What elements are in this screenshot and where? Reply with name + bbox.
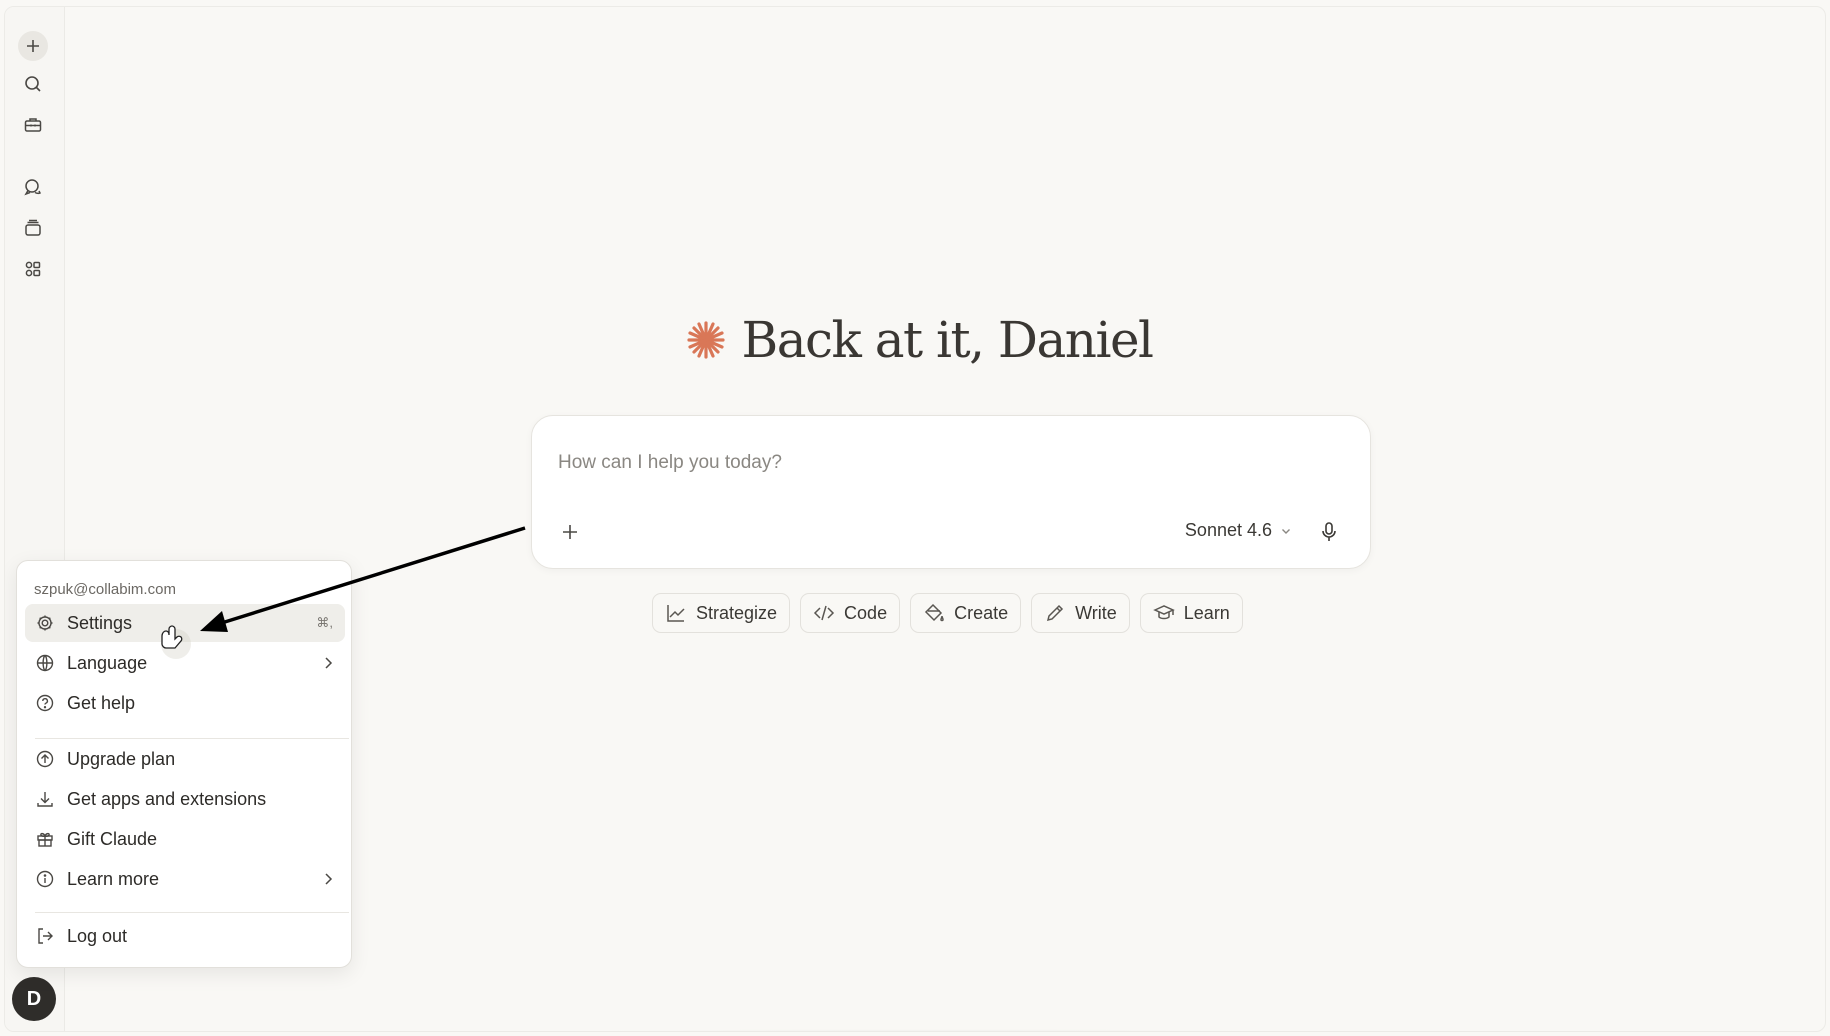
code-icon xyxy=(813,605,835,621)
menu-item-upgrade-plan[interactable]: Upgrade plan xyxy=(25,740,345,778)
greeting-title: Back at it, Daniel xyxy=(741,311,1154,369)
chip-label: Learn xyxy=(1183,602,1230,623)
avatar-initial: D xyxy=(26,987,42,1010)
pencil-icon xyxy=(1047,604,1064,622)
projects-icon xyxy=(25,219,41,236)
menu-item-label: Language xyxy=(67,652,148,673)
attach-button[interactable] xyxy=(554,516,586,548)
chip-label: Write xyxy=(1075,602,1117,623)
graduation-cap-icon xyxy=(1152,605,1175,620)
chart-line-icon xyxy=(667,605,685,622)
chevron-down-icon xyxy=(1282,528,1290,534)
voice-input-button[interactable] xyxy=(1314,516,1344,548)
search-button[interactable] xyxy=(18,69,48,99)
search-icon xyxy=(25,76,41,92)
menu-item-label: Get apps and extensions xyxy=(67,788,267,809)
menu-item-get-apps[interactable]: Get apps and extensions xyxy=(25,780,345,818)
microphone-icon xyxy=(1322,522,1336,541)
chats-icon xyxy=(24,179,42,196)
gift-icon xyxy=(37,832,53,847)
chevron-right-icon xyxy=(325,873,333,885)
greeting: Back at it, Daniel xyxy=(5,311,1825,369)
upgrade-icon xyxy=(36,750,54,768)
account-menu: szpuk@collabim.com Settings ⌘, Language … xyxy=(16,560,352,968)
menu-divider xyxy=(35,912,349,913)
menu-divider xyxy=(35,738,349,739)
toolbox-button[interactable] xyxy=(18,110,48,140)
menu-item-label: Upgrade plan xyxy=(67,748,176,769)
chip-label: Create xyxy=(954,602,1009,623)
plus-icon xyxy=(27,40,39,52)
gear-icon xyxy=(37,615,53,631)
menu-item-label: Learn more xyxy=(67,868,160,889)
prompt-input[interactable]: How can I help you today? xyxy=(558,452,782,474)
projects-button[interactable] xyxy=(18,213,48,243)
menu-item-label: Settings xyxy=(67,612,133,633)
chip-write[interactable]: Write xyxy=(1031,593,1130,633)
toolbox-icon xyxy=(24,118,42,132)
logout-icon xyxy=(38,928,53,944)
mouse-cursor-highlight xyxy=(161,629,191,659)
help-circle-icon xyxy=(36,694,54,712)
account-email: szpuk@collabim.com xyxy=(34,581,176,598)
new-chat-button[interactable] xyxy=(18,31,48,61)
artifacts-icon xyxy=(25,261,41,277)
chip-code[interactable]: Code xyxy=(800,593,901,633)
paint-bucket-icon xyxy=(925,603,944,622)
menu-item-gift-claude[interactable]: Gift Claude xyxy=(25,820,345,858)
menu-item-log-out[interactable]: Log out xyxy=(25,917,345,955)
globe-icon xyxy=(36,654,54,672)
chats-button[interactable] xyxy=(18,172,48,202)
model-name: Sonnet 4.6 xyxy=(1184,520,1272,540)
user-avatar-button[interactable]: D xyxy=(12,977,56,1021)
menu-item-label: Log out xyxy=(67,925,128,946)
menu-item-learn-more[interactable]: Learn more xyxy=(25,860,345,898)
info-icon xyxy=(36,870,54,888)
app-window: D Back at it, Daniel How can I help you … xyxy=(4,6,1826,1032)
suggestion-chips: Strategize Code Create Write Learn xyxy=(652,593,1243,633)
chip-label: Code xyxy=(844,602,888,623)
prompt-composer[interactable]: How can I help you today? Sonnet 4.6 xyxy=(531,415,1371,569)
menu-item-label: Get help xyxy=(67,692,136,713)
chip-learn[interactable]: Learn xyxy=(1139,593,1243,633)
claude-spark-icon xyxy=(687,321,726,359)
menu-item-get-help[interactable]: Get help xyxy=(25,684,345,722)
plus-icon xyxy=(563,525,577,539)
model-selector[interactable]: Sonnet 4.6 xyxy=(1185,520,1292,541)
bottom-shadow xyxy=(425,1029,1425,1031)
chip-create[interactable]: Create xyxy=(910,593,1022,633)
shortcut-hint: ⌘, xyxy=(316,615,333,630)
chip-label: Strategize xyxy=(696,602,778,623)
chip-strategize[interactable]: Strategize xyxy=(652,593,791,633)
menu-item-label: Gift Claude xyxy=(67,828,158,849)
chevron-right-icon xyxy=(325,657,333,669)
download-icon xyxy=(37,792,53,807)
artifacts-button[interactable] xyxy=(18,254,48,284)
